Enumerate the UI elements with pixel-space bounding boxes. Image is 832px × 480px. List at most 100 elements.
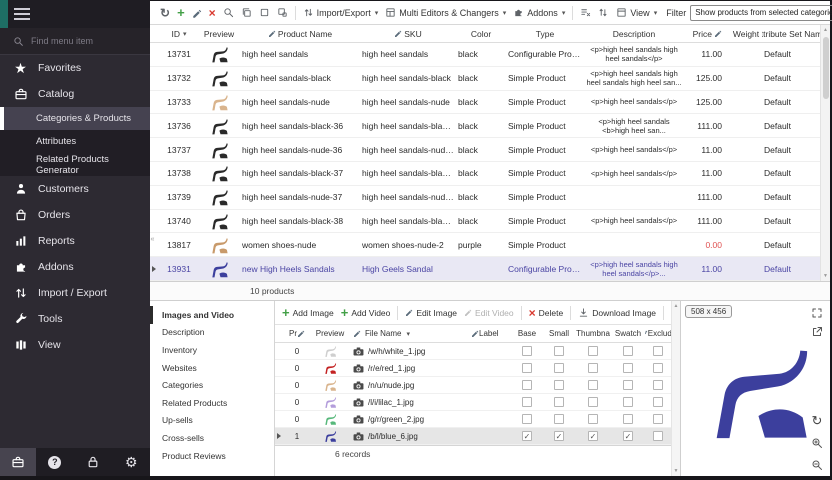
small-checkbox[interactable] [554,431,564,441]
column-header-weight[interactable]: Weight [730,29,762,39]
column-header-description[interactable]: Description [584,29,684,39]
column-header-label[interactable]: Label [469,329,511,338]
images-scrollbar[interactable]: ▲ ▼ [671,301,680,476]
addons-menu[interactable]: Addons▾ [510,5,568,20]
sidebar-item-addons[interactable]: Addons [0,254,150,280]
swatch-checkbox[interactable] [623,380,633,390]
thumbnail-checkbox[interactable] [588,431,598,441]
view-menu[interactable]: View▾ [613,5,660,20]
scroll-up-icon[interactable]: ▲ [674,303,679,309]
column-header-file-name[interactable]: File Name▾ [351,329,469,338]
sidebar-item-categories-products[interactable]: Categories & Products [0,107,150,130]
base-checkbox[interactable] [522,380,532,390]
base-checkbox[interactable] [522,346,532,356]
duplicate-button[interactable] [274,5,291,20]
menu-search-input[interactable] [31,36,131,46]
image-row[interactable]: 0 /l/i/lilac_1.jpg [275,394,671,411]
detail-tab[interactable]: Related Products [150,394,274,412]
thumbnail-checkbox[interactable] [588,380,598,390]
detail-tab[interactable]: Product Reviews [150,447,274,465]
exclude-checkbox[interactable] [653,380,663,390]
exclude-checkbox[interactable] [653,397,663,407]
column-header-swatch[interactable]: Swatch [611,329,645,338]
column-header-type[interactable]: Type [506,29,584,39]
base-checkbox[interactable] [522,363,532,373]
store-button[interactable] [0,448,36,476]
sidebar-item-attributes[interactable]: Attributes [0,130,150,153]
filter-select[interactable]: Show products from selected categories ▾ [690,5,832,21]
column-header-color[interactable]: Color [456,29,506,39]
column-header-small[interactable]: Small [543,329,575,338]
exclude-checkbox[interactable] [653,414,663,424]
settings-button[interactable]: ⚙ [125,448,138,476]
image-row[interactable]: 1 /b/l/blue_6.jpg [275,428,671,445]
refresh-preview-button[interactable]: ↻ [810,414,824,428]
scroll-down-icon[interactable]: ▼ [674,468,679,474]
detail-tab[interactable]: Inventory [150,341,274,359]
sidebar-item-view[interactable]: View [0,332,150,358]
sidebar-item-import-export[interactable]: Import / Export [0,280,150,306]
add-video-button[interactable]: +Add Video [338,304,394,321]
table-row[interactable]: 13737 high heel sandals-nude-36 high hee… [150,138,820,162]
import-export-menu[interactable]: Import/Export▾ [300,5,382,20]
search-button[interactable] [220,5,237,20]
scroll-down-icon[interactable]: ▼ [823,271,828,281]
edit-product-button[interactable] [189,7,205,19]
small-checkbox[interactable] [554,363,564,373]
detail-tab[interactable]: Up-sells [150,412,274,430]
column-header-id[interactable]: ID▾ [160,29,198,39]
lock-button[interactable] [86,448,100,476]
swatch-checkbox[interactable] [623,346,633,356]
collapse-sidebar-handle[interactable]: « [150,226,155,252]
help-button[interactable]: ? [48,448,61,476]
detail-tab[interactable]: Images and Video [150,306,274,324]
table-row[interactable]: 13738 high heel sandals-black-37 high he… [150,162,820,186]
multi-editors-menu[interactable]: Multi Editors & Changers▾ [382,5,509,20]
column-header-thumbnail[interactable]: Thumbna [575,329,611,338]
small-checkbox[interactable] [554,414,564,424]
thumbnail-checkbox[interactable] [588,397,598,407]
zoom-out-button[interactable] [810,458,824,472]
delete-image-button[interactable]: ×Delete [526,305,567,321]
swatch-checkbox[interactable] [623,431,633,441]
column-header-price[interactable]: Price [684,29,730,39]
column-header-position[interactable]: Pr [285,329,309,338]
column-header-product-name[interactable]: Product Name [240,29,360,39]
table-row[interactable]: 13817 women shoes-nude women shoes-nude-… [150,233,820,257]
sidebar-item-tools[interactable]: Tools [0,306,150,332]
table-row[interactable]: 13736 high heel sandals-black-36 high he… [150,114,820,138]
swatch-checkbox[interactable] [623,363,633,373]
detail-tab[interactable]: Categories [150,376,274,394]
add-product-button[interactable]: + [174,4,188,21]
column-header-attribute-set[interactable]: Attribute Set Name [762,29,820,39]
table-row[interactable]: 13732 high heel sandals-black high heel … [150,67,820,91]
base-checkbox[interactable] [522,414,532,424]
swatch-checkbox[interactable] [623,414,633,424]
sort-button[interactable] [595,5,612,20]
download-image-button[interactable]: Download Image [575,305,659,320]
scroll-up-icon[interactable]: ▲ [823,25,828,35]
column-header-sku[interactable]: SKU [360,29,456,39]
add-image-button[interactable]: +Add Image [279,304,337,321]
table-row[interactable]: 13733 high heel sandals-nude high heel s… [150,91,820,115]
exclude-checkbox[interactable] [653,363,663,373]
column-header-preview[interactable]: Preview [198,29,240,39]
column-header-preview[interactable]: Preview [309,329,351,338]
delete-product-button[interactable]: × [206,5,219,21]
sidebar-item-customers[interactable]: Customers [0,176,150,202]
hamburger-menu-icon[interactable] [14,8,30,20]
sidebar-item-related-products-generator[interactable]: Related Products Generator [0,153,150,176]
zoom-in-button[interactable] [810,436,824,450]
thumbnail-checkbox[interactable] [588,414,598,424]
base-checkbox[interactable] [522,397,532,407]
column-settings-button[interactable] [577,5,594,20]
small-checkbox[interactable] [554,397,564,407]
sidebar-item-orders[interactable]: Orders [0,202,150,228]
detail-tab[interactable]: Websites [150,359,274,377]
table-row[interactable]: 13739 high heel sandals-nude-37 high hee… [150,186,820,210]
image-row[interactable]: 0 /g/r/green_2.jpg [275,411,671,428]
exclude-checkbox[interactable] [653,431,663,441]
sidebar-item-catalog[interactable]: Catalog [0,81,150,107]
image-row[interactable]: 0 /n/u/nude.jpg [275,377,671,394]
column-header-exclude[interactable]: Exclude [645,329,671,338]
